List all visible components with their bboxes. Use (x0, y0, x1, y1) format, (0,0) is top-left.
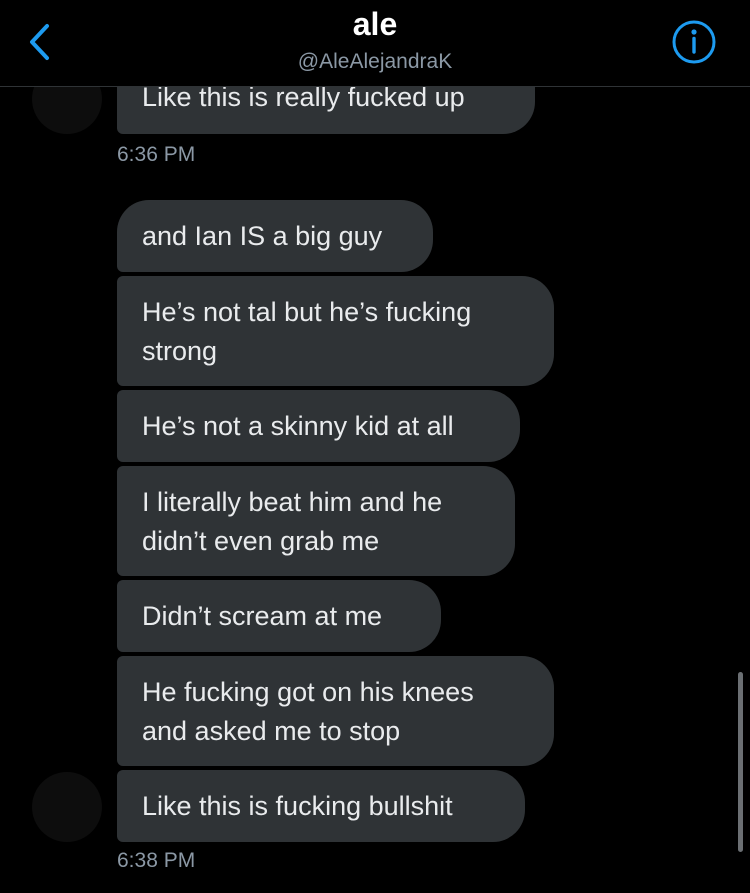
message-bubble[interactable]: and Ian IS a big guy (117, 200, 433, 272)
page-title: ale (352, 6, 398, 42)
message-text-line: He’s not tal but he’s fucking (142, 297, 472, 327)
message-text-line: didn’t even grab me (142, 526, 380, 556)
avatar[interactable] (32, 772, 102, 842)
timestamp: 6:38 PM (117, 849, 196, 872)
message-text: Didn’t scream at me (142, 601, 383, 631)
message-text-line: I literally beat him and he (142, 487, 443, 517)
message-bubble[interactable]: Like this is fucking bullshit (117, 770, 525, 842)
info-icon (672, 20, 716, 64)
message-bubble[interactable]: He fucking got on his knees and asked me… (117, 656, 554, 766)
message-text-line: and asked me to stop (142, 716, 401, 746)
scrollbar[interactable] (738, 672, 743, 852)
message-text: He’s not a skinny kid at all (142, 411, 454, 441)
info-button[interactable] (670, 18, 718, 66)
message-bubble[interactable]: I literally beat him and he didn’t even … (117, 466, 515, 576)
message-bubble[interactable]: Didn’t scream at me (117, 580, 441, 652)
message-thread[interactable]: Like this is really fucked up 6:36 PM an… (0, 0, 750, 893)
message-text: Like this is fucking bullshit (142, 791, 453, 821)
message-bubble[interactable]: He’s not tal but he’s fucking strong (117, 276, 554, 386)
message-text-line: strong (142, 336, 218, 366)
timestamp: 6:36 PM (117, 143, 196, 166)
message-bubble[interactable]: He’s not a skinny kid at all (117, 390, 520, 462)
user-handle: @AleAlejandraK (297, 50, 453, 73)
message-text-line: He fucking got on his knees (142, 677, 474, 707)
message-text: and Ian IS a big guy (142, 221, 383, 251)
conversation-header: ale @AleAlejandraK (0, 0, 750, 87)
